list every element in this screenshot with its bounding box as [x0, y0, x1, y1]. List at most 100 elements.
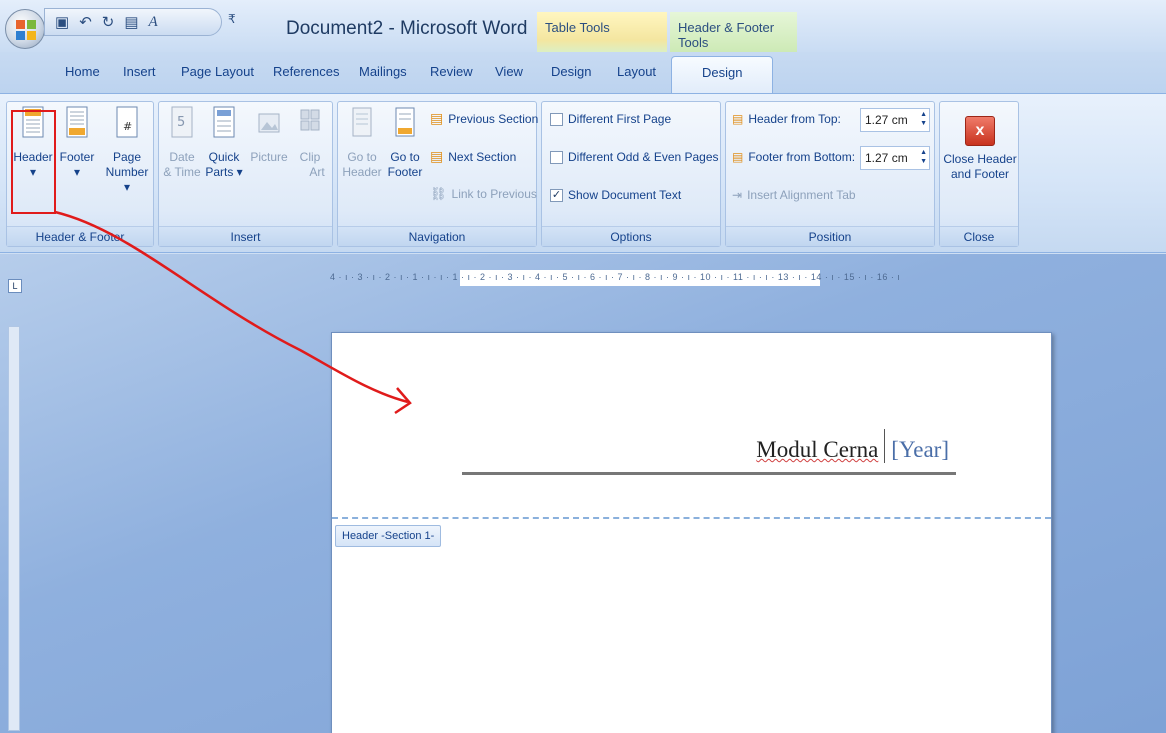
go-to-header-button[interactable]: Go to Header	[342, 106, 382, 180]
year-placeholder[interactable]: [Year]	[891, 437, 949, 463]
go-to-header-icon	[352, 107, 372, 137]
header-from-top-spinner[interactable]: 1.27 cm ▲ ▼	[860, 108, 930, 132]
font-color-icon[interactable]: A	[149, 14, 158, 31]
show-document-text-option[interactable]: ✓ Show Document Text	[550, 188, 681, 202]
ruler-scale: 4 · ı · 3 · ı · 2 · ı · 1 · ı · ı · 1 · …	[330, 272, 901, 282]
tab-table-layout[interactable]: Layout	[617, 64, 656, 79]
tab-page-layout[interactable]: Page Layout	[181, 64, 254, 79]
footer-from-bottom-spinner[interactable]: 1.27 cm ▲ ▼	[860, 146, 930, 170]
quick-parts-button[interactable]: Quick Parts ▾	[204, 106, 244, 180]
different-odd-even-label: Different Odd & Even Pages	[568, 150, 719, 164]
document-page[interactable]: Modul Cerna [Year] Header -Section 1-	[331, 332, 1052, 733]
spinner-arrows-icon[interactable]: ▲ ▼	[920, 148, 927, 166]
tab-review[interactable]: Review	[430, 64, 473, 79]
quick-access-toolbar: ▣ ↶ ↻ ▤ A	[44, 8, 222, 36]
quick-label: Quick	[208, 150, 240, 164]
table-tools-context: Table Tools	[537, 12, 667, 52]
picture-icon	[258, 113, 280, 133]
link-to-previous-button[interactable]: ⛓ Link to Previous	[430, 186, 537, 202]
footer-position-icon: ▤	[732, 150, 744, 164]
footer-from-bottom-value: 1.27 cm	[865, 151, 908, 165]
page-number-button[interactable]: # Page Number ▾	[103, 106, 151, 195]
clip-art-button[interactable]: Clip Art	[291, 106, 329, 180]
tab-header-footer-design[interactable]: Design	[671, 56, 774, 94]
next-section-button[interactable]: ▤ Next Section	[430, 148, 516, 165]
save-icon[interactable]: ▣	[55, 13, 69, 31]
office-logo-icon	[16, 20, 36, 40]
tab-view[interactable]: View	[495, 64, 523, 79]
tab-selector[interactable]: L	[8, 279, 22, 293]
footer-button[interactable]: Footer ▾	[57, 106, 97, 180]
footer-from-bottom-label: Footer from Bottom:	[748, 150, 856, 164]
next-section-label: Next Section	[448, 149, 517, 164]
go-to-footer-button[interactable]: Go to Footer	[385, 106, 425, 180]
different-first-page-option[interactable]: Different First Page	[550, 112, 671, 126]
different-first-page-label: Different First Page	[568, 112, 672, 126]
group-close: x Close Header and Footer Close	[939, 101, 1019, 247]
different-first-page-checkbox[interactable]	[550, 112, 563, 126]
footer-from-bottom-control: ▤ Footer from Bottom:	[732, 150, 855, 164]
insert-alignment-tab-label: Insert Alignment Tab	[747, 188, 856, 202]
footer-dropdown-icon: ▾	[73, 165, 81, 179]
header-title-text[interactable]: Modul Cerna	[756, 437, 878, 463]
go-to-footer-icon	[395, 107, 415, 137]
insert-alignment-tab-button[interactable]: ⇥ Insert Alignment Tab	[732, 188, 856, 202]
group-label-navigation: Navigation	[338, 226, 536, 246]
customize-qat-icon[interactable]: ₹	[228, 12, 236, 26]
group-label-options: Options	[542, 226, 720, 246]
page-label: Page	[112, 150, 142, 164]
svg-text:5: 5	[177, 115, 185, 130]
previous-section-icon: ▤	[430, 110, 444, 126]
different-odd-even-checkbox[interactable]	[550, 150, 563, 164]
group-label-insert: Insert	[159, 226, 332, 246]
picture-button[interactable]: Picture	[247, 106, 291, 165]
redo-icon[interactable]: ↻	[102, 13, 115, 31]
show-document-text-checkbox[interactable]: ✓	[550, 188, 563, 202]
close-header-footer-button[interactable]: x Close Header and Footer	[942, 116, 1018, 182]
vertical-ruler[interactable]	[8, 326, 20, 731]
header-from-top-label: Header from Top:	[748, 112, 841, 126]
title-bar: ▣ ↶ ↻ ▤ A ₹ Document2 - Microsoft Word T…	[0, 0, 1166, 52]
footer-icon	[66, 106, 88, 138]
footer-label: Footer	[59, 150, 95, 164]
tab-insert[interactable]: Insert	[123, 64, 156, 79]
go-to-header-label-1: Go to	[347, 150, 377, 164]
spinner-arrows-icon[interactable]: ▲ ▼	[920, 110, 927, 128]
header-section-tag: Header -Section 1-	[335, 525, 442, 547]
tab-home[interactable]: Home	[65, 64, 100, 79]
group-position: ▤ Header from Top: 1.27 cm ▲ ▼ ▤ Footer f…	[725, 101, 935, 247]
header-from-top-value: 1.27 cm	[865, 113, 908, 127]
previous-section-label: Previous Section	[448, 111, 539, 126]
header-from-top-control: ▤ Header from Top:	[732, 112, 841, 126]
parts-label: Parts ▾	[205, 165, 243, 179]
group-label-position: Position	[726, 226, 934, 246]
document-workspace: L 4 · ı · 3 · ı · 2 · ı · 1 · ı · ı · 1 …	[0, 254, 1166, 733]
svg-text:#: #	[123, 120, 132, 133]
different-odd-even-option[interactable]: Different Odd & Even Pages	[550, 150, 719, 164]
page-number-icon: #	[116, 106, 138, 138]
tab-table-design[interactable]: Design	[551, 64, 591, 79]
header-content[interactable]: Modul Cerna [Year]	[756, 429, 949, 463]
group-label-close: Close	[940, 226, 1018, 246]
art-label: Art	[309, 165, 325, 179]
show-document-text-label: Show Document Text	[568, 188, 682, 202]
tab-mailings[interactable]: Mailings	[359, 64, 407, 79]
office-button[interactable]	[5, 9, 45, 49]
previous-section-button[interactable]: ▤ Previous Section	[430, 110, 538, 127]
horizontal-ruler[interactable]: 4 · ı · 3 · ı · 2 · ı · 1 · ı · ı · 1 · …	[330, 270, 1050, 288]
group-navigation: Go to Header Go to Footer ▤ Previous Sec…	[337, 101, 538, 247]
header-underline	[462, 472, 956, 475]
undo-icon[interactable]: ↶	[79, 13, 92, 31]
print-preview-icon[interactable]: ▤	[124, 13, 138, 31]
tab-references[interactable]: References	[273, 64, 339, 79]
header-boundary-line	[332, 517, 1051, 519]
time-label: & Time	[163, 165, 201, 179]
group-label-header-footer: Header & Footer	[7, 226, 153, 246]
date-label: Date	[169, 150, 195, 164]
quick-parts-icon	[213, 106, 235, 138]
window-title: Document2 - Microsoft Word	[286, 18, 528, 39]
clip-art-icon	[300, 109, 320, 131]
date-time-button[interactable]: 5 Date & Time	[162, 106, 202, 180]
annotation-highlight-box	[11, 110, 56, 214]
go-to-footer-label-2: Footer	[387, 165, 423, 179]
